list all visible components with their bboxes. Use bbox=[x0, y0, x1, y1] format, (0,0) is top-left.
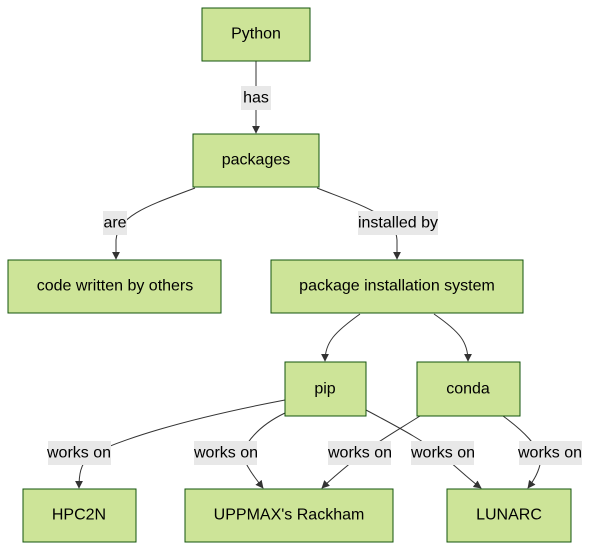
node-hpc2n: HPC2N bbox=[22, 488, 137, 543]
edge-label-pip-lunarc: works on bbox=[410, 441, 475, 465]
node-label: package installation system bbox=[299, 278, 495, 295]
edge-label-conda-lunarc: works on bbox=[517, 441, 582, 465]
edge-label-installed-by: installed by bbox=[358, 211, 438, 235]
edge-label-text: installed by bbox=[358, 215, 438, 232]
edge-label-pip-hpc2n: works on bbox=[46, 441, 111, 465]
node-python: Python bbox=[201, 7, 311, 62]
node-packages: packages bbox=[192, 133, 320, 188]
node-conda: conda bbox=[416, 361, 521, 417]
flowchart-diagram: has are installed by works on works on w… bbox=[7, 7, 582, 543]
edge-label-text: works on bbox=[46, 445, 111, 462]
node-label: HPC2N bbox=[52, 507, 106, 524]
node-code-written-by-others: code written by others bbox=[7, 259, 222, 314]
edge-label-text: works on bbox=[410, 445, 475, 462]
node-label: Python bbox=[231, 26, 281, 43]
edge-label-text: works on bbox=[517, 445, 582, 462]
edge-label-text: has bbox=[243, 90, 269, 107]
edge-packages-code bbox=[112, 187, 196, 260]
node-package-installation-system: package installation system bbox=[270, 259, 524, 314]
edge-label-pip-uppmax: works on bbox=[193, 441, 258, 465]
node-label: code written by others bbox=[37, 278, 194, 295]
node-label: pip bbox=[314, 381, 335, 398]
node-lunarc: LUNARC bbox=[446, 488, 572, 543]
node-label: conda bbox=[446, 381, 490, 398]
node-label: UPPMAX's Rackham bbox=[214, 507, 365, 524]
edge-label-text: works on bbox=[193, 445, 258, 462]
edge-label-are: are bbox=[103, 211, 127, 235]
node-uppmax-rackham: UPPMAX's Rackham bbox=[184, 488, 394, 543]
edge-label-text: works on bbox=[327, 445, 392, 462]
edge-pis-pip bbox=[321, 313, 361, 362]
edge-label-text: are bbox=[103, 215, 126, 232]
node-label: packages bbox=[222, 152, 291, 169]
edge-pis-conda bbox=[433, 313, 472, 362]
node-label: LUNARC bbox=[476, 507, 542, 524]
node-pip: pip bbox=[284, 361, 367, 417]
edge-label-has: has bbox=[241, 86, 271, 110]
edge-label-conda-uppmax: works on bbox=[327, 441, 392, 465]
